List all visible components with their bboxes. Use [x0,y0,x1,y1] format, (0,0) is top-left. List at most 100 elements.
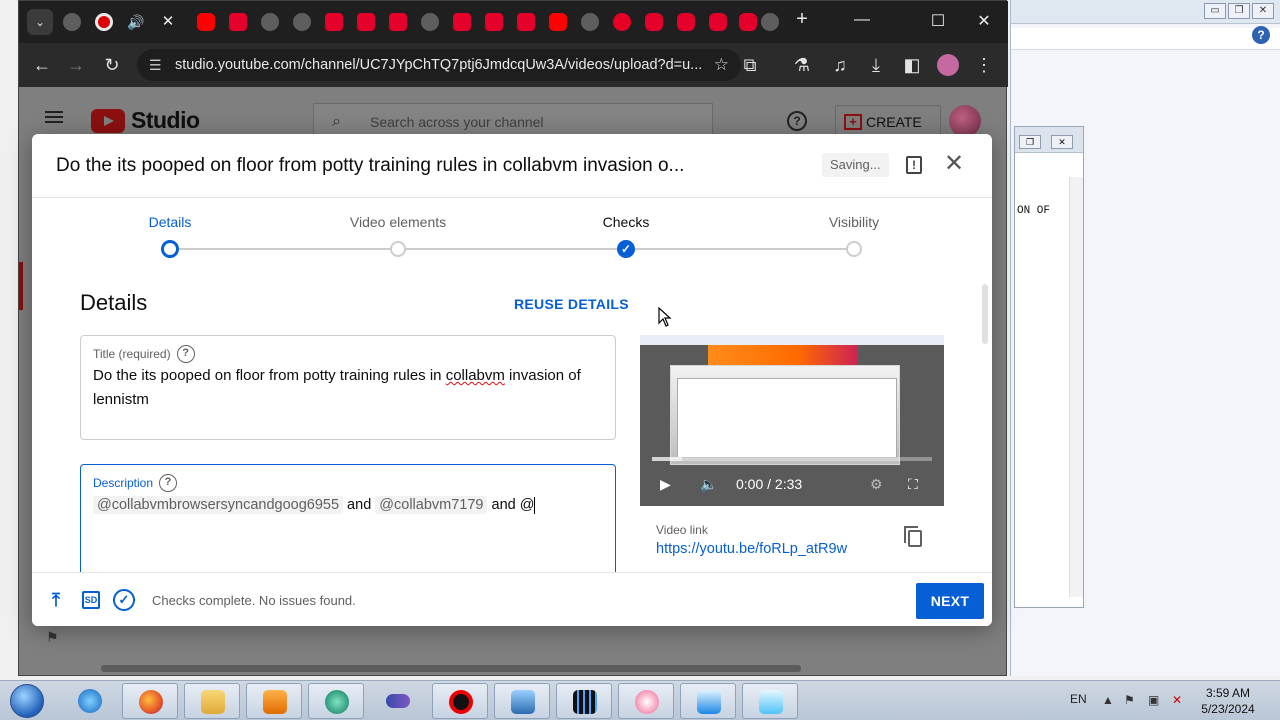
taskbar-app-notepad[interactable] [742,683,798,719]
tab-favicon-download-icon[interactable] [485,13,503,31]
taskbar-app-paint[interactable] [618,683,674,719]
tab-favicon-extension-icon[interactable] [581,13,599,31]
bookmark-star-icon[interactable]: ☆ [714,49,729,81]
tab-favicon-record-icon[interactable] [95,13,113,31]
fullscreen-icon[interactable]: ⛶ [908,475,918,493]
tab-favicon-download-icon[interactable] [357,13,375,31]
step-checks[interactable]: Checks [556,214,696,230]
taskbar-internet-explorer[interactable] [62,683,118,719]
help-icon[interactable]: ? [1252,26,1270,44]
taskbar-file-explorer[interactable] [184,683,240,719]
taskbar-clock[interactable]: 3:59 AM 5/23/2024 [1194,685,1262,717]
more-vertical-icon[interactable]: ⋮ [973,55,995,75]
title-input[interactable]: Do the its pooped on floor from potty tr… [93,364,603,412]
tab-favicon-download-icon[interactable] [453,13,471,31]
step-video-elements[interactable]: Video elements [328,214,468,230]
taskbar-app-remote[interactable] [680,683,736,719]
profile-avatar[interactable] [937,54,959,76]
taskbar-app-network[interactable] [494,683,550,719]
step-video-elements-dot[interactable] [390,241,406,257]
tab-favicon-globe-icon[interactable] [63,13,81,31]
taskbar-firefox[interactable] [122,683,178,719]
tray-expand-icon[interactable]: ▲ [1102,693,1116,707]
tab-close-icon[interactable]: ✕ [159,13,177,31]
tab-favicon-app-icon[interactable] [677,13,695,31]
step-checks-check-icon[interactable]: ✓ [617,240,635,258]
tab-audio-speaker-icon[interactable]: 🔊 [127,13,145,31]
tab-favicon-youtube-icon[interactable] [197,13,215,31]
volume-icon[interactable]: 🔈 [700,475,717,493]
taskbar-app-green[interactable] [308,683,364,719]
copy-link-icon[interactable] [904,526,922,547]
close-icon[interactable]: ✕ [1252,3,1274,19]
description-field[interactable]: Description ? @collabvmbrowsersyncandgoo… [80,464,616,584]
taskbar-app-video[interactable] [556,683,612,719]
upload-arrow-icon[interactable]: ⤒ [52,590,60,610]
window-minimize-icon[interactable]: — [847,11,877,29]
site-settings-icon[interactable]: ☰ [149,49,162,81]
language-indicator[interactable]: EN [1070,692,1087,706]
tab-favicon-app-icon[interactable] [645,13,663,31]
reuse-details-button[interactable]: REUSE DETAILS [514,296,629,312]
restore-icon[interactable]: ❐ [1019,135,1041,149]
tab-favicon-download-icon[interactable] [325,13,343,31]
video-progress-bar[interactable] [652,457,932,461]
forward-arrow-icon[interactable]: → [65,55,87,75]
step-details-dot[interactable] [161,240,179,258]
tab-favicon-globe-icon[interactable] [293,13,311,31]
horizontal-scrollbar[interactable] [101,665,801,672]
tab-favicon-globe-icon[interactable] [761,13,779,31]
start-button[interactable] [2,681,54,720]
title-help-icon[interactable]: ? [176,345,195,363]
reload-icon[interactable]: ↻ [101,55,123,75]
download-icon[interactable]: ⤓ [865,55,887,75]
window-close-icon[interactable]: ✕ [969,11,999,31]
checks-complete-icon[interactable]: ✓ [113,589,135,611]
restore-icon[interactable]: ❐ [1228,3,1250,19]
media-controls-icon[interactable]: ♫ [829,55,851,75]
tab-favicon-download-icon[interactable] [517,13,535,31]
studio-logo[interactable]: Studio [91,107,200,134]
description-mention[interactable]: @collabvmbrowsersyncandgoog6955 [93,496,344,514]
back-arrow-icon[interactable]: ← [31,55,53,75]
title-field[interactable]: Title (required) ? Do the its pooped on … [80,335,616,440]
side-panel-icon[interactable]: ◧ [901,55,923,75]
tab-favicon-download-icon[interactable] [389,13,407,31]
report-feedback-icon[interactable]: ! [906,156,922,174]
taskbar-obs[interactable] [432,683,488,719]
tab-favicon-app-icon[interactable] [739,13,757,31]
tab-favicon-globe-icon[interactable] [261,13,279,31]
dialog-scrollbar[interactable] [982,284,988,344]
action-center-flag-icon[interactable]: ⚑ [1124,693,1138,707]
network-icon[interactable]: ▣ [1148,693,1162,707]
play-icon[interactable]: ▶ [660,475,671,493]
tab-favicon-download-icon[interactable] [229,13,247,31]
step-details[interactable]: Details [100,214,240,230]
minimize-icon[interactable]: ▭ [1204,3,1226,19]
channel-avatar[interactable] [949,105,981,137]
extensions-puzzle-icon[interactable]: ⧉ [739,55,761,75]
tab-search-chevron-icon[interactable]: ⌄ [27,9,53,35]
next-button[interactable]: NEXT [916,583,984,619]
taskbar-media-player[interactable] [246,683,302,719]
tab-favicon-globe-icon[interactable] [421,13,439,31]
video-preview-player[interactable]: ▶ 🔈 0:00 / 2:33 ⚙ ⛶ [640,335,944,506]
video-link[interactable]: https://youtu.be/foRLp_atR9w [656,541,847,557]
close-icon[interactable]: ✕ [1051,135,1073,149]
tab-favicon-youtube-icon[interactable] [549,13,567,31]
labs-flask-icon[interactable]: ⚗ [791,55,813,75]
tab-favicon-pinterest-icon[interactable] [613,13,631,31]
vertical-scrollbar[interactable] [1069,177,1083,597]
step-visibility-dot[interactable] [846,241,862,257]
address-bar[interactable]: ☰ studio.youtube.com/channel/UC7JYpChTQ7… [137,49,741,81]
window-maximize-icon[interactable]: ☐ [923,11,953,31]
taskbar-app-infinity[interactable] [370,683,426,719]
dialog-close-icon[interactable]: ✕ [944,152,964,176]
volume-muted-icon[interactable]: ✕ [1172,693,1186,707]
description-help-icon[interactable]: ? [159,474,178,492]
step-visibility[interactable]: Visibility [784,214,924,230]
new-tab-plus-icon[interactable]: + [787,8,817,31]
description-input[interactable]: @collabvmbrowsersyncandgoog6955 and @col… [93,493,603,517]
feedback-flag-icon[interactable]: ⚑ [46,629,59,646]
hamburger-menu-icon[interactable] [45,111,63,123]
